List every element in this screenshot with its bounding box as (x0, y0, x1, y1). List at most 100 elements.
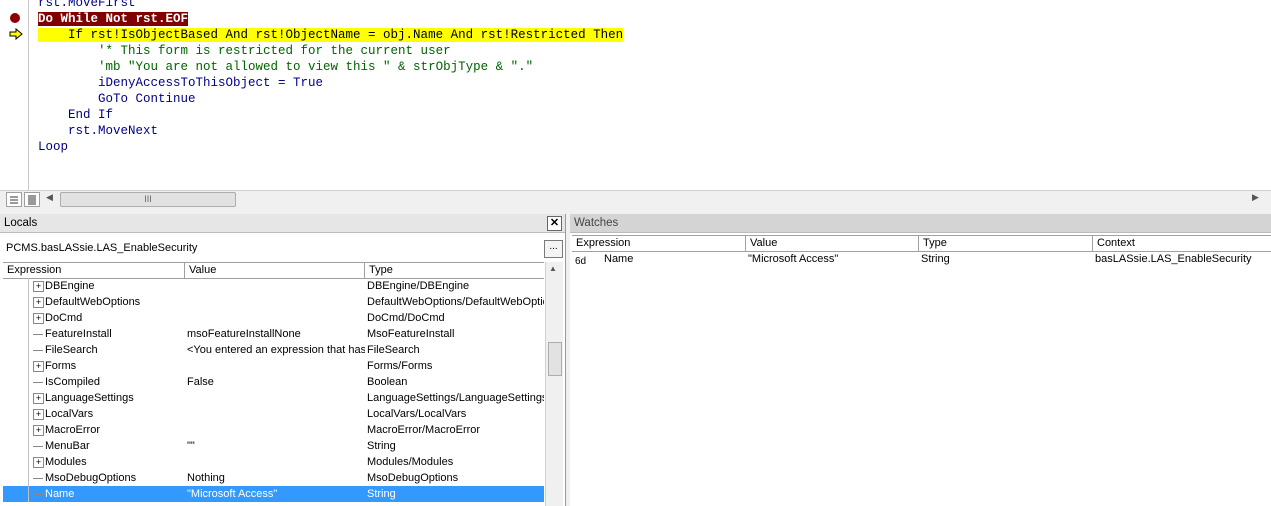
code-line-text: rst.MoveFirst (38, 0, 136, 10)
margin-indicator-bar[interactable] (0, 0, 29, 190)
expand-icon[interactable]: + (33, 457, 44, 468)
locals-row[interactable]: IsCompiled False Boolean (3, 374, 544, 390)
locals-row[interactable]: + LocalVars LocalVars/LocalVars (3, 406, 544, 422)
local-type: LanguageSettings/LanguageSettings (367, 392, 544, 404)
scroll-thumb-grip: III (144, 194, 152, 204)
procedure-view-button[interactable] (6, 192, 22, 207)
locals-row[interactable]: Name "Microsoft Access" String (3, 486, 544, 502)
execution-pointer-icon (9, 28, 23, 40)
vertical-scroll-thumb[interactable] (548, 342, 562, 376)
column-header-label: Context (1097, 237, 1135, 249)
locals-row[interactable]: + LanguageSettings LanguageSettings/Langua… (3, 390, 544, 406)
tree-connector (28, 374, 29, 390)
code-horizontal-scrollbar[interactable]: ◀ III ▶ (0, 190, 1271, 207)
watches-window[interactable]: Watches Expression Value Type Context 6d… (570, 214, 1271, 506)
column-header-type[interactable]: Type (919, 236, 1093, 251)
leaf-connector (33, 478, 43, 479)
locals-row[interactable]: + DefaultWebOptions DefaultWebOptions/Defa… (3, 294, 544, 310)
local-type: String (367, 488, 396, 500)
watches-column-header: Expression Value Type Context (572, 235, 1271, 252)
breakpoint-icon[interactable] (10, 13, 20, 23)
code-line-text: '* This form is restricted for the curre… (38, 44, 451, 58)
call-stack-button[interactable]: ... (544, 240, 563, 258)
locals-list[interactable]: + DBEngine DBEngine/DBEngine + DefaultWebOpt… (3, 278, 544, 502)
watch-context: basLASsie.LAS_EnableSecurity (1095, 253, 1252, 265)
local-name: DoCmd (45, 312, 83, 324)
tree-connector (28, 470, 29, 486)
expand-icon[interactable]: + (33, 313, 44, 324)
column-header-label: Type (369, 264, 393, 276)
local-type: DefaultWebOptions/DefaultWebOptio (367, 296, 544, 308)
locals-row[interactable]: FeatureInstall msoFeatureInstallNone MsoFe… (3, 326, 544, 342)
locals-column-header: Expression Value Type (3, 262, 544, 279)
column-header-value[interactable]: Value (746, 236, 919, 251)
code-window[interactable]: rst.MoveFirst Do While Not rst.EOF If rst… (0, 0, 1271, 190)
code-line[interactable]: 'mb "You are not allowed to view this " … (38, 59, 623, 75)
column-header-type[interactable]: Type (365, 263, 544, 278)
local-value: "Microsoft Access" (187, 488, 278, 500)
code-line[interactable]: If rst!IsObjectBased And rst!ObjectName … (38, 27, 624, 43)
scroll-left-icon[interactable]: ◀ (46, 192, 53, 203)
column-header-expression[interactable]: Expression (3, 263, 185, 278)
local-name: Name (45, 488, 75, 500)
local-type: DBEngine/DBEngine (367, 280, 470, 292)
local-name: DefaultWebOptions (45, 296, 141, 308)
expand-icon[interactable]: + (33, 281, 44, 292)
code-line-text: iDenyAccessToThisObject = True (38, 76, 324, 90)
locals-window[interactable]: Locals ✕ PCMS.basLASsie.LAS_EnableSecuri… (0, 214, 566, 506)
close-icon: ✕ (549, 217, 560, 229)
expand-icon[interactable]: + (33, 361, 44, 372)
local-type: Boolean (367, 376, 408, 388)
local-type: MsoDebugOptions (367, 472, 459, 484)
leaf-connector (33, 334, 43, 335)
code-line[interactable]: iDenyAccessToThisObject = True (38, 75, 623, 91)
locals-row[interactable]: + DoCmd DoCmd/DoCmd (3, 310, 544, 326)
scroll-up-icon[interactable]: ▲ (549, 264, 557, 273)
local-type: MsoFeatureInstall (367, 328, 455, 340)
locals-title-bar: Locals (0, 214, 565, 233)
column-header-context[interactable]: Context (1093, 236, 1271, 251)
column-header-expression[interactable]: Expression (572, 236, 746, 251)
expand-icon[interactable]: + (33, 393, 44, 404)
locals-row[interactable]: + Forms Forms/Forms (3, 358, 544, 374)
code-line[interactable]: GoTo Continue (38, 91, 623, 107)
watch-expression: Name (604, 253, 634, 265)
local-name: LocalVars (45, 408, 94, 420)
tree-connector (28, 406, 29, 422)
watches-list[interactable]: 6d Name "Microsoft Access" String basLASsie.… (572, 251, 1271, 267)
locals-row[interactable]: + Modules Modules/Modules (3, 454, 544, 470)
leaf-connector (33, 494, 43, 495)
tree-connector (28, 438, 29, 454)
horizontal-scroll-thumb[interactable]: III (60, 192, 236, 207)
local-value: msoFeatureInstallNone (187, 328, 301, 340)
code-lines[interactable]: rst.MoveFirst Do While Not rst.EOF If rst… (38, 0, 624, 155)
code-line[interactable]: Do While Not rst.EOF (38, 11, 623, 27)
code-line-text: Do While Not rst.EOF (38, 12, 189, 26)
expand-icon[interactable]: + (33, 425, 44, 436)
locals-row[interactable]: MsoDebugOptions Nothing MsoDebugOptions (3, 470, 544, 486)
scroll-right-icon[interactable]: ▶ (1252, 192, 1259, 203)
locals-row[interactable]: FileSearch <You entered an expression tha… (3, 342, 544, 358)
code-line[interactable]: rst.MoveFirst (38, 0, 623, 11)
tree-connector (28, 486, 29, 502)
code-line[interactable]: Loop (38, 139, 623, 155)
locals-row[interactable]: + MacroError MacroError/MacroError (3, 422, 544, 438)
close-locals-button[interactable]: ✕ (547, 216, 562, 231)
tree-connector (28, 278, 29, 294)
locals-row[interactable]: MenuBar "" String (3, 438, 544, 454)
full-module-view-button[interactable] (24, 192, 40, 207)
column-header-value[interactable]: Value (185, 263, 365, 278)
watch-row[interactable]: 6d Name "Microsoft Access" String basLASsie.… (572, 251, 1271, 267)
local-type: String (367, 440, 396, 452)
local-type: FileSearch (367, 344, 420, 356)
code-line[interactable]: rst.MoveNext (38, 123, 623, 139)
expand-icon[interactable]: + (33, 297, 44, 308)
locals-row[interactable]: + DBEngine DBEngine/DBEngine (3, 278, 544, 294)
leaf-connector (33, 382, 43, 383)
expand-icon[interactable]: + (33, 409, 44, 420)
code-line[interactable]: '* This form is restricted for the curre… (38, 43, 623, 59)
locals-vertical-scrollbar[interactable]: ▲ (545, 262, 563, 506)
code-line[interactable]: End If (38, 107, 623, 123)
local-name: Forms (45, 360, 77, 372)
local-name: MacroError (45, 424, 101, 436)
